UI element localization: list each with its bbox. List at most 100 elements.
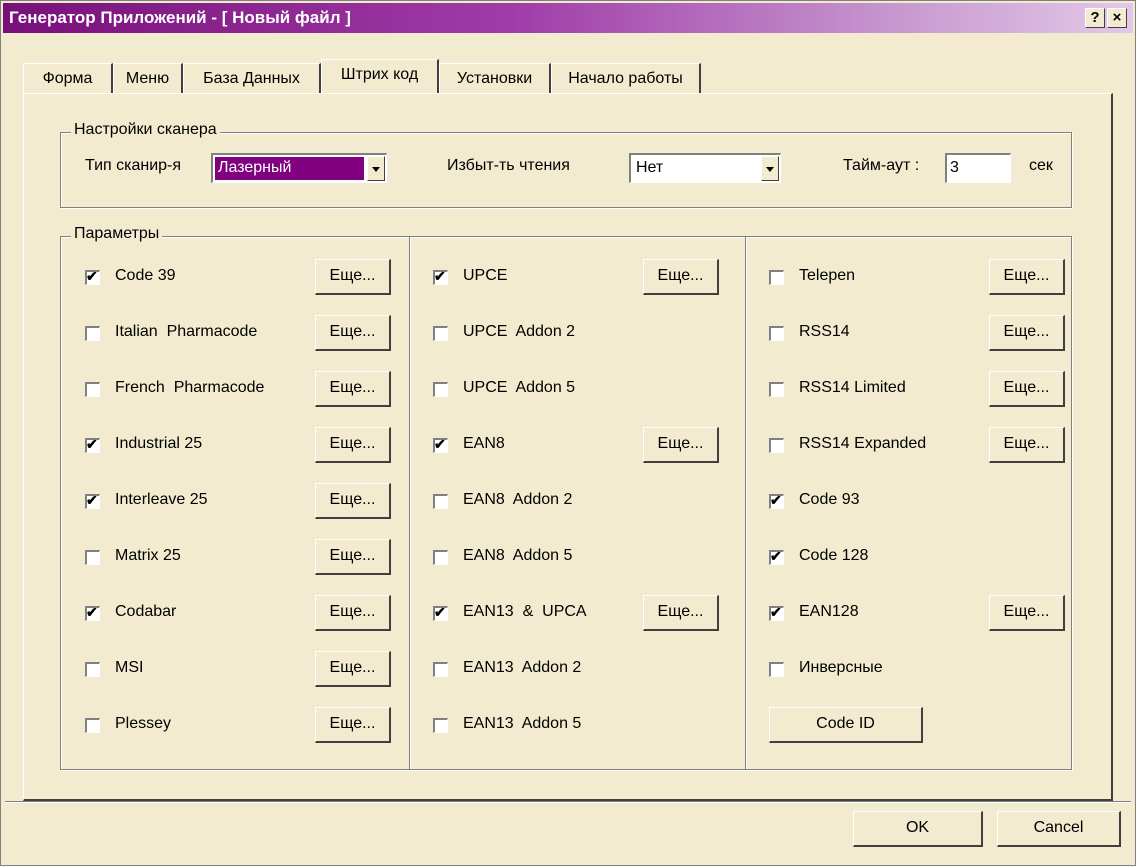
checkbox-label[interactable]: Code 128 [799, 547, 868, 565]
checkbox[interactable]: ✔ [433, 604, 448, 621]
checkbox-label[interactable]: French Pharmacode [115, 379, 264, 397]
checkbox-label[interactable]: Инверсные [799, 659, 883, 677]
more-button[interactable]: Еще... [989, 259, 1065, 295]
redundancy-select[interactable]: Нет [629, 153, 781, 183]
checkbox[interactable] [433, 494, 448, 509]
checkbox-label[interactable]: UPCE Addon 2 [463, 323, 575, 341]
window-title: Генератор Приложений - [ Новый файл ] [9, 8, 351, 27]
checkbox[interactable] [85, 718, 100, 733]
more-button[interactable]: Еще... [315, 595, 391, 631]
more-button[interactable]: Еще... [643, 595, 719, 631]
checkbox[interactable] [433, 550, 448, 565]
checkbox-label[interactable]: RSS14 Expanded [799, 435, 926, 453]
more-button[interactable]: Еще... [989, 371, 1065, 407]
close-button[interactable]: × [1107, 8, 1127, 28]
checkbox[interactable] [433, 382, 448, 397]
checkmark-icon: ✔ [770, 492, 782, 508]
checkbox-label[interactable]: Italian Pharmacode [115, 323, 257, 341]
more-button[interactable]: Еще... [989, 315, 1065, 351]
checkbox-label[interactable]: EAN13 Addon 2 [463, 659, 581, 677]
redundancy-value: Нет [636, 159, 664, 176]
cancel-button[interactable]: Cancel [997, 811, 1121, 847]
checkbox-label[interactable]: EAN8 Addon 5 [463, 547, 572, 565]
checkbox[interactable] [433, 326, 448, 341]
tab-menu[interactable]: Меню [113, 63, 183, 93]
app-window: Генератор Приложений - [ Новый файл ] ? … [0, 0, 1136, 866]
checkbox[interactable] [769, 270, 784, 285]
help-button[interactable]: ? [1085, 8, 1105, 28]
checkbox[interactable]: ✔ [433, 436, 448, 453]
checkbox[interactable] [769, 382, 784, 397]
more-button[interactable]: Еще... [315, 315, 391, 351]
checkbox-label[interactable]: Industrial 25 [115, 435, 202, 453]
checkbox-label[interactable]: Code 39 [115, 267, 176, 285]
checkbox[interactable]: ✔ [769, 548, 784, 565]
checkbox[interactable]: ✔ [769, 492, 784, 509]
checkbox[interactable] [85, 662, 100, 677]
more-button[interactable]: Еще... [643, 259, 719, 295]
checkbox[interactable]: ✔ [433, 268, 448, 285]
checkbox-label[interactable]: EAN128 [799, 603, 859, 621]
checkbox[interactable] [85, 326, 100, 341]
checkbox[interactable] [433, 718, 448, 733]
timeout-input[interactable]: 3 [945, 153, 1011, 183]
checkbox[interactable] [85, 382, 100, 397]
checkbox-label[interactable]: Telepen [799, 267, 855, 285]
checkbox[interactable]: ✔ [769, 604, 784, 621]
checkbox-label[interactable]: EAN13 Addon 5 [463, 715, 581, 733]
checkbox[interactable] [85, 550, 100, 565]
scanner-settings-legend: Настройки сканера [71, 121, 220, 139]
checkbox-label[interactable]: MSI [115, 659, 143, 677]
title-bar[interactable]: Генератор Приложений - [ Новый файл ] ? … [3, 3, 1133, 33]
parameters-group: Параметры ✔ Code 39 Еще... Italian Pharmaco… [60, 225, 1072, 770]
timeout-unit: сек [1029, 157, 1053, 174]
checkmark-icon: ✔ [434, 436, 446, 452]
checkbox-label[interactable]: Codabar [115, 603, 176, 621]
checkbox-label[interactable]: EAN8 [463, 435, 505, 453]
more-button[interactable]: Еще... [315, 259, 391, 295]
checkmark-icon: ✔ [86, 436, 98, 452]
checkbox[interactable] [769, 438, 784, 453]
tab-form[interactable]: Форма [23, 63, 113, 93]
tab-barcode[interactable]: Штрих код [321, 59, 439, 93]
checkbox-label[interactable]: UPCE [463, 267, 507, 285]
tab-settings[interactable]: Установки [439, 63, 551, 93]
more-button[interactable]: Еще... [315, 371, 391, 407]
ok-button[interactable]: OK [853, 811, 983, 847]
checkbox-label[interactable]: EAN8 Addon 2 [463, 491, 572, 509]
tab-getting-started[interactable]: Начало работы [551, 63, 701, 93]
checkbox-label[interactable]: Plessey [115, 715, 171, 733]
more-button[interactable]: Еще... [643, 427, 719, 463]
checkmark-icon: ✔ [770, 604, 782, 620]
checkbox[interactable] [433, 662, 448, 677]
checkmark-icon: ✔ [86, 492, 98, 508]
more-button[interactable]: Еще... [315, 427, 391, 463]
checkbox[interactable]: ✔ [85, 436, 100, 453]
more-button[interactable]: Еще... [315, 539, 391, 575]
checkbox[interactable]: ✔ [85, 268, 100, 285]
checkbox-label[interactable]: Matrix 25 [115, 547, 181, 565]
checkmark-icon: ✔ [434, 268, 446, 284]
more-button[interactable]: Еще... [315, 651, 391, 687]
checkbox[interactable] [769, 662, 784, 677]
checkbox-label[interactable]: RSS14 Limited [799, 379, 906, 397]
checkbox[interactable]: ✔ [85, 492, 100, 509]
checkbox-label[interactable]: Code 93 [799, 491, 860, 509]
checkbox-label[interactable]: RSS14 [799, 323, 850, 341]
tab-database[interactable]: База Данных [183, 63, 321, 93]
checkbox[interactable]: ✔ [85, 604, 100, 621]
scanner-type-select[interactable]: Лазерный [211, 153, 387, 183]
more-button[interactable]: Еще... [315, 483, 391, 519]
code-id-button[interactable]: Code ID [769, 707, 923, 743]
checkbox-label[interactable]: EAN13 & UPCA [463, 603, 587, 621]
more-button[interactable]: Еще... [315, 707, 391, 743]
checkbox-label[interactable]: UPCE Addon 5 [463, 379, 575, 397]
tab-page-barcode: Настройки сканера Тип сканир-я Лазерный … [23, 93, 1113, 801]
more-button[interactable]: Еще... [989, 427, 1065, 463]
checkbox[interactable] [769, 326, 784, 341]
checkbox-label[interactable]: Interleave 25 [115, 491, 208, 509]
chevron-down-icon[interactable] [761, 156, 779, 181]
chevron-down-icon[interactable] [367, 156, 385, 181]
more-button[interactable]: Еще... [989, 595, 1065, 631]
footer-separator [5, 801, 1131, 803]
